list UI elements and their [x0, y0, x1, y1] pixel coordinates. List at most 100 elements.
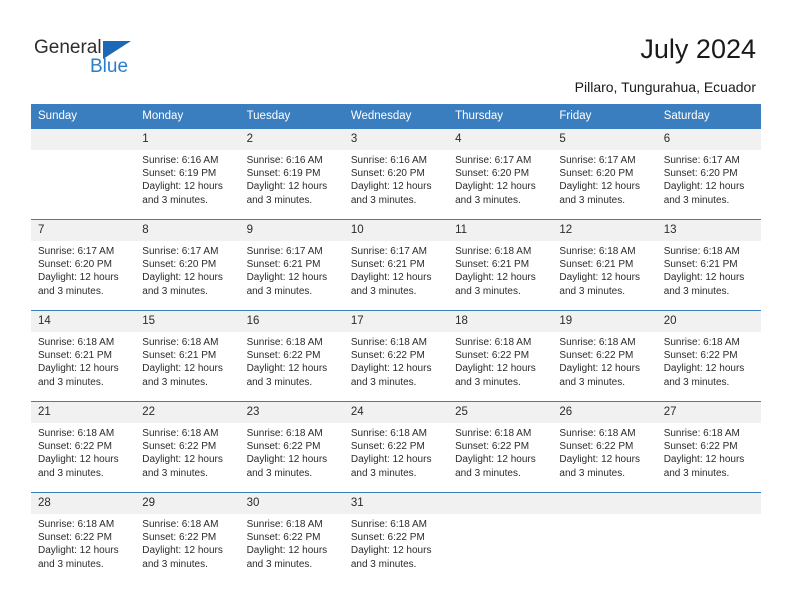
daylight-duration-line2: and 3 minutes. — [559, 376, 626, 388]
calendar-day-cell[interactable]: 11 Sunrise: 6:18 AM Sunset: 6:21 PM Dayligh… — [448, 219, 553, 311]
daylight-duration-line1: Daylight: 12 hours — [350, 272, 432, 284]
daylight-duration-line1: Daylight: 12 hours — [663, 363, 745, 375]
daylight-duration-line2: and 3 minutes. — [246, 467, 313, 479]
sunrise-time: Sunrise: 6:18 AM — [246, 519, 323, 530]
daylight-duration-line2: and 3 minutes. — [350, 467, 417, 479]
day-detail-block: Sunrise: 6:17 AM Sunset: 6:20 PM Daylight:… — [552, 150, 656, 207]
calendar-day-cell[interactable]: 12 Sunrise: 6:18 AM Sunset: 6:21 PM Dayligh… — [552, 219, 657, 311]
calendar-day-cell[interactable]: 21 Sunrise: 6:18 AM Sunset: 6:22 PM Dayligh… — [31, 401, 136, 493]
calendar-day-cell[interactable]: 13 Sunrise: 6:18 AM Sunset: 6:21 PM Dayligh… — [656, 219, 761, 311]
daylight-duration-line1: Daylight: 12 hours — [663, 181, 745, 193]
sunrise-time: Sunrise: 6:18 AM — [455, 337, 532, 348]
daylight-duration-line1: Daylight: 12 hours — [38, 545, 119, 557]
calendar-day-cell[interactable]: 4 Sunrise: 6:17 AM Sunset: 6:20 PM Daylight… — [448, 128, 553, 220]
day-number: 8 — [135, 220, 240, 241]
calendar-day-cell[interactable]: 9 Sunrise: 6:17 AM Sunset: 6:21 PM Daylight… — [239, 219, 344, 311]
calendar-day-cell[interactable]: 14 Sunrise: 6:18 AM Sunset: 6:21 PM Dayligh… — [31, 310, 136, 402]
daylight-duration-line1: Daylight: 12 hours — [246, 181, 328, 193]
calendar-day-cell[interactable]: 3 Sunrise: 6:16 AM Sunset: 6:20 PM Daylight… — [343, 128, 449, 220]
daylight-duration-line1: Daylight: 12 hours — [663, 454, 745, 466]
daylight-duration-line1: Daylight: 12 hours — [455, 363, 536, 375]
day-number: 31 — [343, 493, 449, 514]
calendar-week-row: 21 Sunrise: 6:18 AM Sunset: 6:22 PM Dayligh… — [31, 401, 761, 493]
calendar-header-row: Sunday Monday Tuesday Wednesday Thursday Frid… — [31, 104, 761, 129]
general-blue-logo[interactable]: General Blue — [34, 38, 154, 82]
daylight-duration-line2: and 3 minutes. — [455, 376, 521, 388]
calendar-day-cell[interactable]: 29 Sunrise: 6:18 AM Sunset: 6:22 PM Dayligh… — [135, 492, 240, 579]
daylight-duration-line2: and 3 minutes. — [559, 285, 626, 297]
calendar-day-cell[interactable]: 16 Sunrise: 6:18 AM Sunset: 6:22 PM Dayligh… — [239, 310, 344, 402]
sunset-time: Sunset: 6:22 PM — [350, 441, 425, 453]
calendar-day-cell[interactable]: 2 Sunrise: 6:16 AM Sunset: 6:19 PM Daylight… — [239, 128, 344, 220]
day-number: 14 — [31, 311, 136, 332]
day-number: 29 — [135, 493, 240, 514]
daylight-duration-line2: and 3 minutes. — [455, 467, 521, 479]
sunrise-time: Sunrise: 6:18 AM — [142, 519, 219, 530]
calendar-day-cell[interactable]: 23 Sunrise: 6:18 AM Sunset: 6:22 PM Dayligh… — [239, 401, 344, 493]
page-header: General Blue July 2024 Pillaro, Tungurah… — [0, 0, 792, 100]
day-detail-block: Sunrise: 6:18 AM Sunset: 6:22 PM Daylight:… — [552, 423, 656, 480]
calendar-day-cell[interactable]: 8 Sunrise: 6:17 AM Sunset: 6:20 PM Daylight… — [135, 219, 240, 311]
calendar-week-row: 7 Sunrise: 6:17 AM Sunset: 6:20 PM Daylight… — [31, 219, 761, 311]
sunrise-time: Sunrise: 6:17 AM — [246, 246, 323, 257]
calendar-day-cell[interactable]: 22 Sunrise: 6:18 AM Sunset: 6:22 PM Dayligh… — [135, 401, 240, 493]
sunset-time: Sunset: 6:22 PM — [663, 350, 738, 362]
sunset-time: Sunset: 6:20 PM — [663, 168, 738, 180]
day-number: 26 — [552, 402, 657, 423]
calendar-day-cell[interactable]: 10 Sunrise: 6:17 AM Sunset: 6:21 PM Dayligh… — [343, 219, 449, 311]
calendar-day-cell[interactable]: 19 Sunrise: 6:18 AM Sunset: 6:22 PM Dayligh… — [552, 310, 657, 402]
calendar-day-cell[interactable]: 7 Sunrise: 6:17 AM Sunset: 6:20 PM Daylight… — [31, 219, 136, 311]
daylight-duration-line1: Daylight: 12 hours — [455, 454, 536, 466]
day-number: 11 — [448, 220, 553, 241]
daylight-duration-line2: and 3 minutes. — [350, 194, 417, 206]
calendar-day-cell[interactable]: 5 Sunrise: 6:17 AM Sunset: 6:20 PM Daylight… — [552, 128, 657, 220]
daylight-duration-line1: Daylight: 12 hours — [455, 272, 536, 284]
sunrise-time: Sunrise: 6:18 AM — [38, 519, 115, 530]
daylight-duration-line1: Daylight: 12 hours — [38, 272, 119, 284]
day-number — [552, 493, 657, 514]
sunrise-time: Sunrise: 6:17 AM — [350, 246, 427, 257]
daylight-duration-line1: Daylight: 12 hours — [559, 181, 641, 193]
sunset-time: Sunset: 6:20 PM — [142, 259, 217, 271]
daylight-duration-line1: Daylight: 12 hours — [142, 272, 223, 284]
daylight-duration-line2: and 3 minutes. — [455, 194, 521, 206]
daylight-duration-line2: and 3 minutes. — [663, 194, 730, 206]
daylight-duration-line2: and 3 minutes. — [38, 558, 104, 570]
weekday-header-monday: Monday — [135, 104, 240, 129]
sunset-time: Sunset: 6:22 PM — [38, 532, 112, 544]
sunrise-time: Sunrise: 6:16 AM — [142, 155, 219, 166]
sunrise-time: Sunrise: 6:17 AM — [559, 155, 636, 166]
calendar-day-cell[interactable]: 24 Sunrise: 6:18 AM Sunset: 6:22 PM Dayligh… — [343, 401, 449, 493]
calendar-day-cell[interactable]: 18 Sunrise: 6:18 AM Sunset: 6:22 PM Dayligh… — [448, 310, 553, 402]
calendar-day-cell[interactable]: 30 Sunrise: 6:18 AM Sunset: 6:22 PM Dayligh… — [239, 492, 344, 579]
calendar-day-cell[interactable]: 6 Sunrise: 6:17 AM Sunset: 6:20 PM Daylight… — [656, 128, 761, 220]
calendar-day-cell[interactable]: 15 Sunrise: 6:18 AM Sunset: 6:21 PM Dayligh… — [135, 310, 240, 402]
sunrise-time: Sunrise: 6:18 AM — [455, 246, 532, 257]
sunrise-time: Sunrise: 6:18 AM — [38, 337, 115, 348]
calendar-day-cell[interactable]: 26 Sunrise: 6:18 AM Sunset: 6:22 PM Dayligh… — [552, 401, 657, 493]
calendar-day-cell[interactable]: 31 Sunrise: 6:18 AM Sunset: 6:22 PM Dayligh… — [343, 492, 449, 579]
weekday-header-tuesday: Tuesday — [239, 104, 344, 129]
day-detail-block: Sunrise: 6:17 AM Sunset: 6:20 PM Daylight:… — [448, 150, 552, 207]
day-detail-block: Sunrise: 6:18 AM Sunset: 6:21 PM Daylight:… — [657, 241, 761, 298]
sunrise-time: Sunrise: 6:18 AM — [455, 428, 532, 439]
calendar-day-cell[interactable]: 20 Sunrise: 6:18 AM Sunset: 6:22 PM Dayligh… — [656, 310, 761, 402]
day-detail-block: Sunrise: 6:18 AM Sunset: 6:22 PM Daylight:… — [135, 514, 239, 571]
sunrise-time: Sunrise: 6:18 AM — [663, 246, 740, 257]
sunrise-time: Sunrise: 6:18 AM — [559, 428, 636, 439]
sunrise-time: Sunrise: 6:17 AM — [142, 246, 219, 257]
day-detail-block: Sunrise: 6:18 AM Sunset: 6:22 PM Daylight:… — [240, 423, 344, 480]
daylight-duration-line2: and 3 minutes. — [663, 285, 730, 297]
daylight-duration-line2: and 3 minutes. — [142, 194, 208, 206]
calendar-day-cell[interactable]: 27 Sunrise: 6:18 AM Sunset: 6:22 PM Dayligh… — [656, 401, 761, 493]
day-number: 3 — [343, 129, 449, 150]
calendar-day-cell[interactable]: 1 Sunrise: 6:16 AM Sunset: 6:19 PM Daylight… — [135, 128, 240, 220]
calendar-day-cell[interactable]: 25 Sunrise: 6:18 AM Sunset: 6:22 PM Dayligh… — [448, 401, 553, 493]
day-detail-block: Sunrise: 6:18 AM Sunset: 6:22 PM Daylight:… — [344, 514, 448, 571]
calendar-day-cell[interactable]: 28 Sunrise: 6:18 AM Sunset: 6:22 PM Dayligh… — [31, 492, 136, 579]
calendar-day-cell[interactable]: 17 Sunrise: 6:18 AM Sunset: 6:22 PM Dayligh… — [343, 310, 449, 402]
sunset-time: Sunset: 6:22 PM — [559, 441, 634, 453]
calendar-day-cell-empty — [656, 492, 761, 579]
daylight-duration-line1: Daylight: 12 hours — [142, 545, 223, 557]
day-detail-block: Sunrise: 6:18 AM Sunset: 6:22 PM Daylight:… — [344, 423, 448, 480]
